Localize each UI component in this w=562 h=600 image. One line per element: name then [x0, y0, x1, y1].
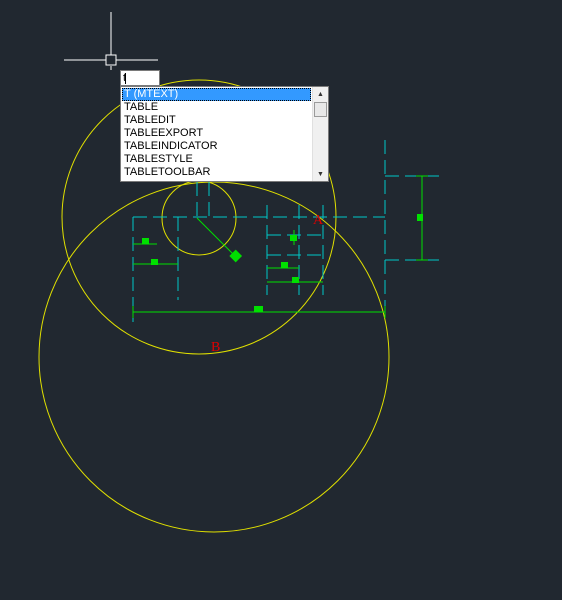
triangle-up-icon[interactable]: ▲ [313, 87, 329, 101]
drawing-canvas[interactable]: A B t T (MTEXT) TABLE TABLEDIT TABLEEXPO… [0, 0, 562, 600]
text-caret [125, 72, 127, 84]
scrollbar-thumb[interactable] [314, 102, 327, 117]
autocomplete-scrollbar[interactable]: ▲ ▼ [312, 87, 328, 181]
autocomplete-item-tabledit[interactable]: TABLEDIT [122, 114, 311, 127]
grip [151, 259, 158, 265]
label-a: A [313, 213, 324, 228]
grip [292, 277, 299, 283]
autocomplete-item-tableexport[interactable]: TABLEEXPORT [122, 127, 311, 140]
command-autocomplete-list[interactable]: T (MTEXT) TABLE TABLEDIT TABLEEXPORT TAB… [120, 86, 329, 182]
grip [281, 262, 288, 268]
grip [229, 249, 243, 263]
autocomplete-item-tabletoolbar[interactable]: TABLETOOLBAR [122, 166, 311, 179]
triangle-down-icon[interactable]: ▼ [313, 167, 329, 181]
small-circle[interactable] [161, 180, 237, 256]
autocomplete-items: T (MTEXT) TABLE TABLEDIT TABLEEXPORT TAB… [121, 87, 312, 181]
autocomplete-item-mtext[interactable]: T (MTEXT) [122, 88, 311, 101]
grip [417, 214, 423, 221]
selection-grips[interactable] [142, 214, 423, 312]
command-input-field[interactable]: t [120, 70, 160, 86]
autocomplete-item-table[interactable]: TABLE [122, 101, 311, 114]
grip [290, 235, 297, 241]
crosshair-pickbox-icon [64, 12, 158, 70]
autocomplete-item-tableindicator[interactable]: TABLEINDICATOR [122, 140, 311, 153]
grip [254, 306, 263, 312]
label-b: B [211, 340, 220, 355]
green-dimension-lines [132, 175, 428, 318]
grip [142, 238, 149, 244]
autocomplete-item-tablestyle[interactable]: TABLESTYLE [122, 153, 311, 166]
